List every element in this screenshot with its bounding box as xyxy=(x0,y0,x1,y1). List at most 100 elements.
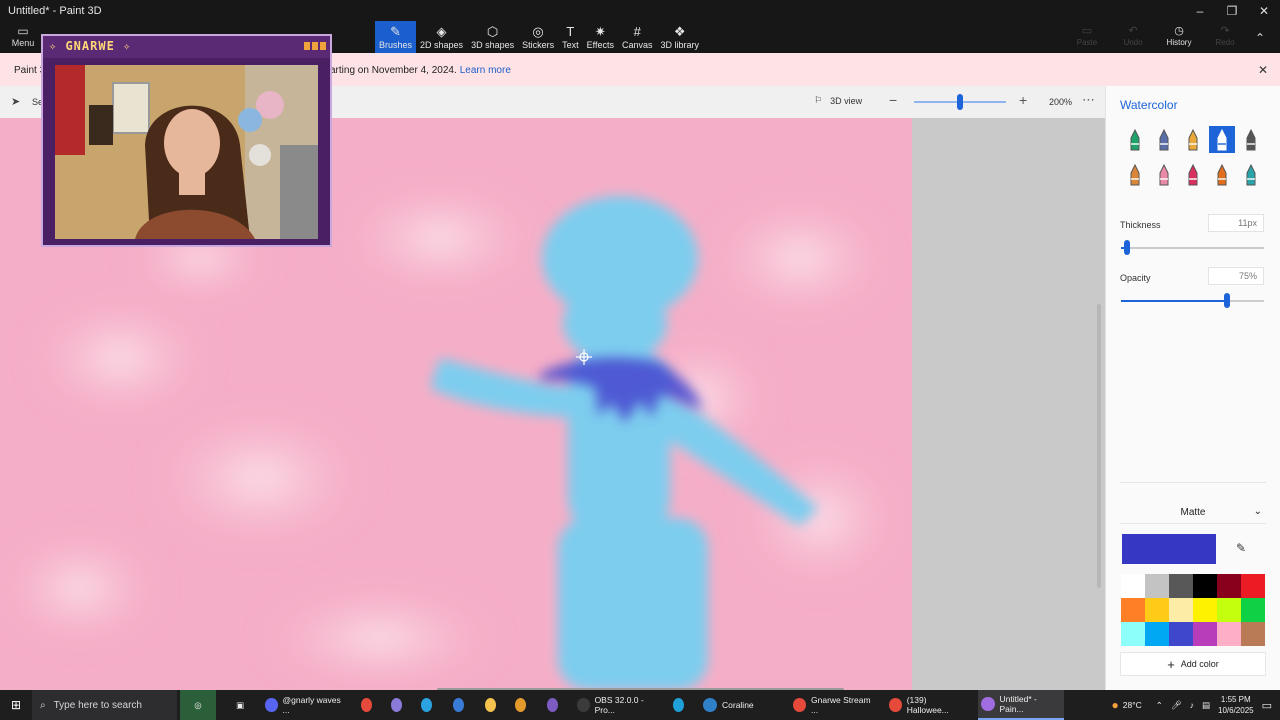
taskbar-app-folder[interactable] xyxy=(482,690,504,720)
taskbar-app-discord[interactable]: @gnarly waves ... xyxy=(262,690,346,720)
color-swatch[interactable] xyxy=(1169,574,1193,598)
color-swatch[interactable] xyxy=(1121,622,1145,646)
minimize-button[interactable]: – xyxy=(1184,0,1216,22)
banner-message: arting on November 4, 2024. xyxy=(330,65,457,76)
color-swatch[interactable] xyxy=(1217,598,1241,622)
taskbar-app-vscode[interactable]: Coraline xyxy=(700,690,762,720)
pencil-brush[interactable] xyxy=(1122,161,1148,188)
opacity-input[interactable]: 75% xyxy=(1208,267,1264,285)
thickness-slider-thumb[interactable] xyxy=(1123,240,1130,255)
crayon-brush[interactable] xyxy=(1180,161,1206,188)
chevron-down-icon: ⌄ xyxy=(1253,506,1262,517)
taskbar-app-label: Coraline xyxy=(722,700,754,710)
taskbar-app-game[interactable] xyxy=(388,690,410,720)
tool-stickers[interactable]: ◎ Stickers xyxy=(518,21,558,53)
learn-more-link[interactable]: Learn more xyxy=(460,65,511,76)
weather-temp[interactable]: 28°C xyxy=(1123,700,1142,710)
color-swatch[interactable] xyxy=(1169,622,1193,646)
history-button[interactable]: ◷ History xyxy=(1156,24,1202,52)
eyedropper-icon[interactable]: ✎ xyxy=(1236,541,1246,555)
calligraphy-pen-brush[interactable] xyxy=(1151,126,1177,153)
marker-brush[interactable] xyxy=(1122,126,1148,153)
menu-button[interactable]: ▭ Menu xyxy=(8,24,38,52)
taskbar-app-chrome[interactable]: (139) Hallowee... xyxy=(886,690,968,720)
taskbar-app-chrome[interactable] xyxy=(358,690,380,720)
taskbar-app-edge[interactable] xyxy=(670,690,692,720)
taskbar-app-pen-app[interactable] xyxy=(450,690,472,720)
collapse-ribbon-icon[interactable]: ⌃ xyxy=(1248,24,1272,52)
maximize-button[interactable]: ❐ xyxy=(1216,0,1248,22)
color-swatch[interactable] xyxy=(1241,622,1265,646)
tool-3d-shapes[interactable]: ⬡ 3D shapes xyxy=(467,21,518,53)
color-swatch[interactable] xyxy=(1145,574,1169,598)
paste-button[interactable]: ▭ Paste xyxy=(1064,24,1110,52)
color-swatch[interactable] xyxy=(1121,574,1145,598)
color-swatch[interactable] xyxy=(1193,622,1217,646)
cortana-app-icon[interactable]: ◎ xyxy=(180,690,216,720)
more-options-icon[interactable]: ⋯ xyxy=(1082,92,1095,108)
pen-app-icon xyxy=(453,698,464,712)
panel-divider xyxy=(1120,482,1266,483)
color-swatch[interactable] xyxy=(1169,598,1193,622)
opacity-slider-thumb[interactable] xyxy=(1223,293,1230,308)
network-icon[interactable]: ▤ xyxy=(1202,700,1210,711)
zoom-in-icon[interactable]: + xyxy=(1019,92,1027,108)
color-swatch[interactable] xyxy=(1217,574,1241,598)
banner-close-icon[interactable]: ✕ xyxy=(1258,63,1268,77)
vertical-scrollbar[interactable] xyxy=(1097,304,1101,588)
color-swatch[interactable] xyxy=(1193,574,1217,598)
pixel-pen-brush-icon xyxy=(1246,128,1256,150)
current-color-swatch[interactable] xyxy=(1122,534,1216,564)
taskbar-search[interactable]: ⌕ Type here to search xyxy=(32,690,177,720)
tool-label: Effects xyxy=(586,39,614,50)
color-swatch[interactable] xyxy=(1193,598,1217,622)
close-button[interactable]: ✕ xyxy=(1248,0,1280,22)
brush-icon: ✎ xyxy=(390,23,401,39)
taskbar-clock[interactable]: 1:55 PM 10/6/2025 xyxy=(1218,694,1254,716)
color-swatch[interactable] xyxy=(1121,598,1145,622)
windows-start-button[interactable]: ⊞ xyxy=(0,690,32,720)
select-cursor-icon[interactable]: ➤ xyxy=(11,95,20,108)
zoom-out-icon[interactable]: − xyxy=(889,92,897,108)
tool-text[interactable]: T Text xyxy=(558,21,583,53)
eraser-brush[interactable] xyxy=(1151,161,1177,188)
undo-button[interactable]: ↶ Undo xyxy=(1110,24,1156,52)
opacity-slider[interactable] xyxy=(1121,293,1264,308)
tool-2d-shapes[interactable]: ◈ 2D shapes xyxy=(416,21,467,53)
taskbar-app-burger-app[interactable] xyxy=(512,690,534,720)
watercolor-brush[interactable] xyxy=(1209,126,1235,153)
watercolor-brush-icon xyxy=(1217,128,1227,150)
fill-brush[interactable] xyxy=(1238,161,1264,188)
notification-center-icon[interactable]: ▭ xyxy=(1262,699,1272,712)
task-view-icon[interactable]: ▣ xyxy=(230,690,250,720)
taskbar-app-obs[interactable]: OBS 32.0.0 - Pro... xyxy=(574,690,662,720)
tool-brushes[interactable]: ✎ Brushes xyxy=(375,21,417,53)
color-swatch[interactable] xyxy=(1145,598,1169,622)
color-swatch[interactable] xyxy=(1217,622,1241,646)
pixel-pen-brush[interactable] xyxy=(1238,126,1264,153)
taskbar-app-media-app[interactable] xyxy=(544,690,566,720)
thickness-slider[interactable] xyxy=(1121,240,1264,255)
paint3d-icon xyxy=(981,697,995,711)
view-3d-toggle[interactable]: ⚐ 3D view xyxy=(814,95,862,106)
redo-button[interactable]: ↷ Redo xyxy=(1202,24,1248,52)
taskbar-app-chrome[interactable]: Gnarwe Stream ... xyxy=(790,690,878,720)
spray-can-brush[interactable] xyxy=(1209,161,1235,188)
microphone-icon[interactable]: 🎤︎ xyxy=(1171,700,1182,711)
thickness-input[interactable]: 11px xyxy=(1208,214,1264,232)
taskbar-app-telegram[interactable] xyxy=(418,690,440,720)
color-swatch[interactable] xyxy=(1145,622,1169,646)
tool-effects[interactable]: ✷ Effects xyxy=(583,21,618,53)
tool-canvas[interactable]: # Canvas xyxy=(618,21,657,53)
add-color-button[interactable]: + Add color xyxy=(1120,652,1266,676)
zoom-slider-thumb[interactable] xyxy=(957,94,963,110)
oil-brush[interactable] xyxy=(1180,126,1206,153)
taskbar-app-paint3d[interactable]: Untitled* - Pain... xyxy=(978,690,1064,720)
tool-3d-library[interactable]: ❖ 3D library xyxy=(657,21,704,53)
volume-icon[interactable]: ♪ xyxy=(1190,700,1194,710)
color-swatch[interactable] xyxy=(1241,598,1265,622)
finish-dropdown[interactable]: Matte ⌄ xyxy=(1120,500,1266,524)
color-swatch[interactable] xyxy=(1241,574,1265,598)
tray-chevron-icon[interactable]: ⌃ xyxy=(1156,700,1163,711)
discord-icon xyxy=(265,698,278,712)
